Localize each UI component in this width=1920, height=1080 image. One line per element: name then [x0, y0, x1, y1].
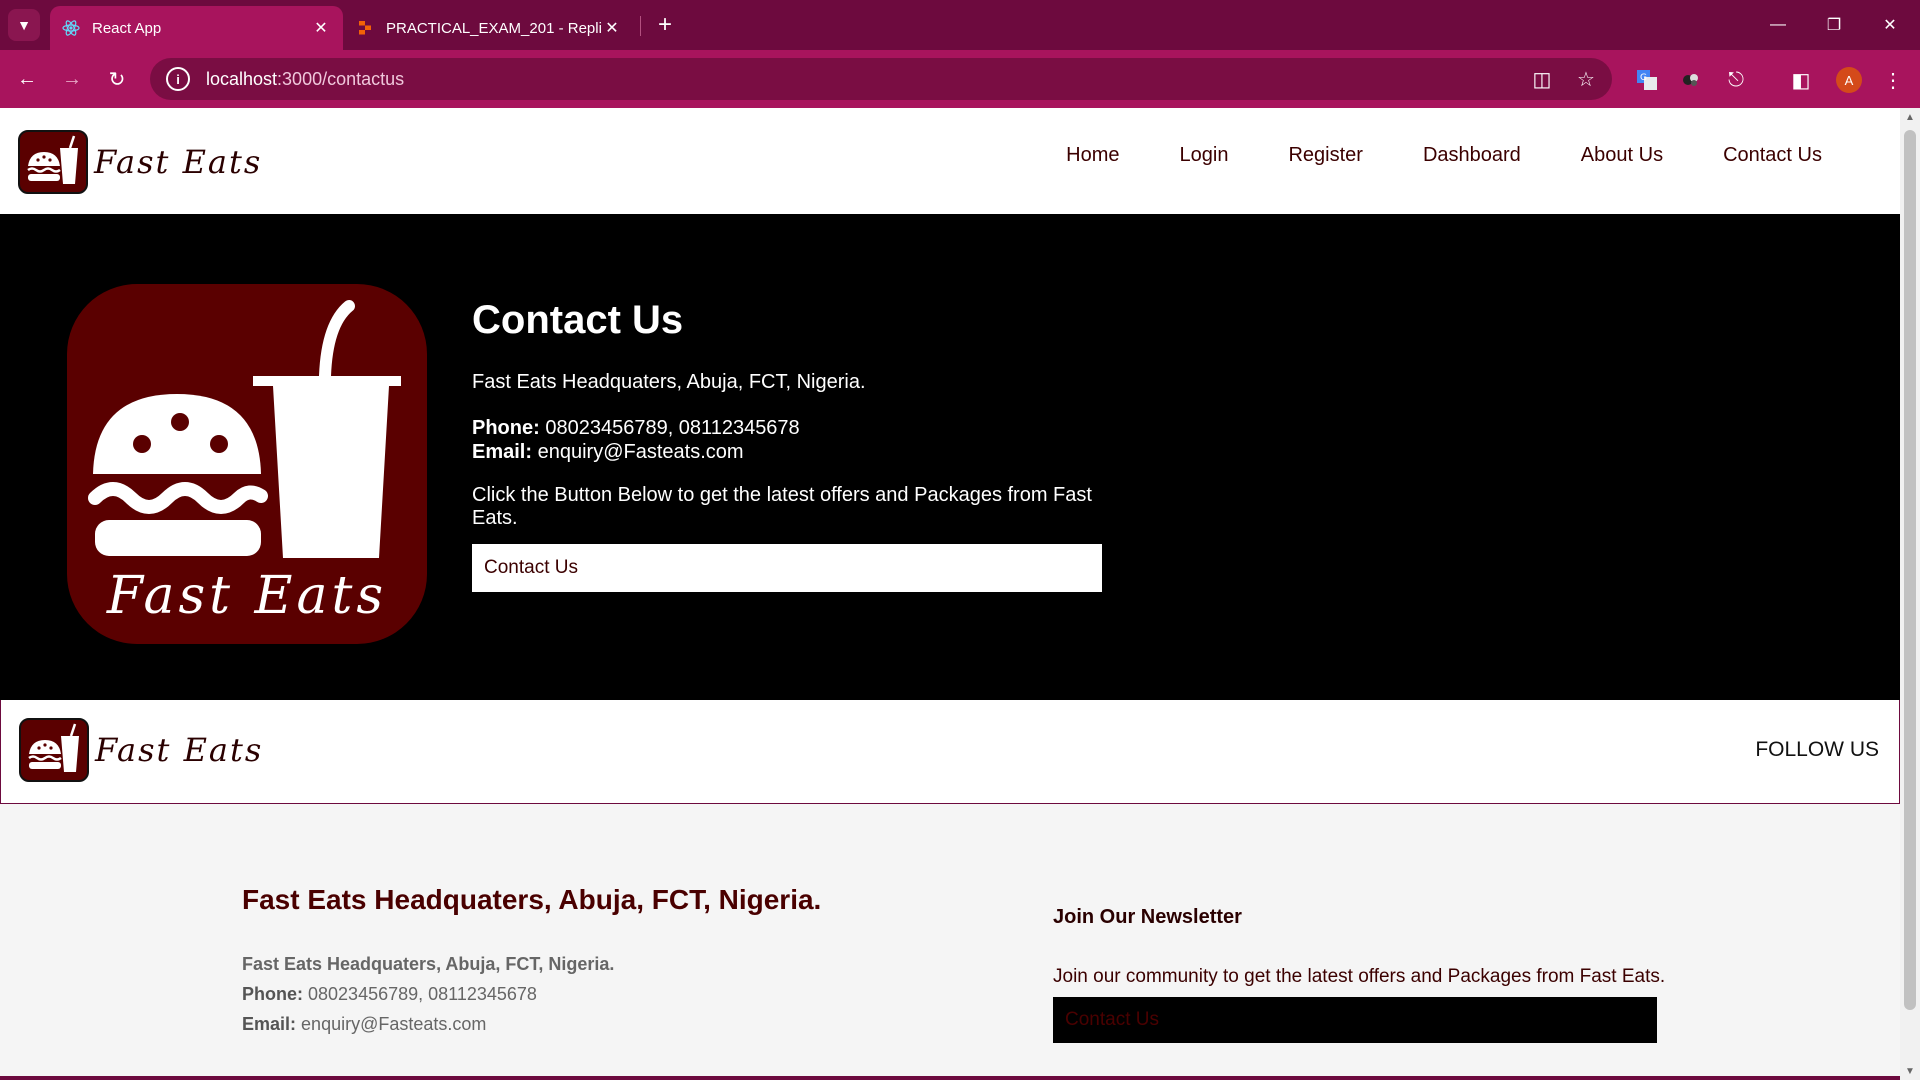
side-panel-icon[interactable]: ◧ [1788, 67, 1814, 93]
nav-about-us[interactable]: About Us [1581, 144, 1663, 167]
tab-replit[interactable]: PRACTICAL_EXAM_201 - Replit ✕ [344, 6, 634, 50]
extension-dots-icon[interactable] [1678, 67, 1704, 93]
close-icon[interactable]: ✕ [311, 18, 331, 38]
nav-dashboard[interactable]: Dashboard [1423, 144, 1521, 167]
email-value: enquiry@Fasteats.com [537, 441, 744, 463]
email-label: Email: [472, 441, 533, 463]
header-brand[interactable]: Fast Eats [18, 130, 262, 194]
footer-brand[interactable]: Fast Eats [19, 718, 263, 782]
new-tab-button[interactable]: + [650, 10, 680, 40]
forward-arrow-icon[interactable]: → [55, 62, 89, 96]
hero-email: Email: enquiry@Fasteats.com [472, 440, 1112, 464]
tab-divider [640, 16, 641, 36]
scroll-up-icon[interactable]: ▲ [1905, 112, 1915, 123]
logo-icon [19, 718, 89, 782]
profile-avatar[interactable]: A [1836, 67, 1862, 93]
page-scrollbar[interactable]: ▲ ▼ [1900, 108, 1920, 1080]
footer-phone: Phone: 08023456789, 08112345678 [242, 984, 537, 1005]
nav-home[interactable]: Home [1066, 144, 1119, 167]
restore-icon[interactable]: ❐ [1806, 0, 1862, 50]
hero-phone: Phone: 08023456789, 08112345678 [472, 416, 1112, 440]
browser-toolbar: ← → ↻ i localhost:3000/contactus ◫ ☆ G ⎋… [0, 50, 1920, 108]
hero-address: Fast Eats Headquaters, Abuja, FCT, Niger… [472, 371, 866, 393]
tab-title: React App [92, 19, 162, 37]
hero-cta-text: Click the Button Below to get the latest… [472, 484, 1092, 529]
email-label: Email: [242, 1014, 297, 1034]
back-arrow-icon[interactable]: ← [10, 62, 44, 96]
newsletter-contact-button[interactable]: Contact Us [1053, 997, 1657, 1043]
hero-logo: Fast Eats [67, 284, 427, 644]
reload-icon[interactable]: ↻ [100, 62, 134, 96]
replit-icon [356, 19, 374, 37]
page-title: Contact Us [472, 298, 684, 342]
nav-contact-us[interactable]: Contact Us [1723, 144, 1822, 167]
phone-label: Phone: [242, 984, 303, 1004]
close-window-icon[interactable]: ✕ [1862, 0, 1918, 50]
tab-title: PRACTICAL_EXAM_201 - Replit [386, 19, 602, 37]
footer-title: Fast Eats Headquaters, Abuja, FCT, Niger… [242, 884, 822, 915]
extensions-puzzle-icon[interactable]: ⎋ [1723, 67, 1749, 93]
site-info-icon[interactable]: i [166, 67, 190, 91]
address-bar[interactable]: i localhost:3000/contactus ◫ ☆ [150, 58, 1612, 100]
tab-search-button[interactable]: ▼ [8, 9, 40, 41]
newsletter-title: Join Our Newsletter [1053, 906, 1242, 928]
follow-us-label: FOLLOW US [1755, 738, 1879, 761]
footer-info: Fast Eats Headquaters, Abuja, FCT, Niger… [0, 804, 1900, 1080]
main-nav: Home Login Register Dashboard About Us C… [1006, 144, 1822, 167]
footer-address: Fast Eats Headquaters, Abuja, FCT, Niger… [242, 954, 615, 974]
menu-kebab-icon[interactable]: ⋮ [1880, 67, 1906, 93]
site-header: Fast Eats Home Login Register Dashboard … [0, 108, 1900, 214]
brand-name: Fast Eats [95, 731, 264, 769]
bottom-divider [0, 1076, 1900, 1080]
react-icon [62, 19, 80, 37]
newsletter-description: Join our community to get the latest off… [1053, 966, 1666, 987]
close-icon[interactable]: ✕ [602, 18, 622, 38]
footer-email: Email: enquiry@Fasteats.com [242, 1014, 486, 1035]
phone-value: 08023456789, 08112345678 [308, 984, 537, 1004]
phone-value: 08023456789, 08112345678 [545, 417, 800, 439]
translate-icon[interactable]: G [1634, 67, 1660, 93]
bookmark-star-icon[interactable]: ☆ [1574, 67, 1598, 91]
brand-name: Fast Eats [94, 143, 263, 181]
url-host: localhost [206, 68, 278, 89]
footer-brand-bar: Fast Eats FOLLOW US [0, 700, 1900, 804]
contact-hero: Fast Eats Contact Us Fast Eats Headquate… [0, 214, 1900, 700]
logo-icon [18, 130, 88, 194]
scrollbar-thumb[interactable] [1904, 130, 1916, 1010]
url-path: :3000/contactus [277, 68, 405, 89]
contact-us-button[interactable]: Contact Us [472, 544, 1102, 592]
svg-text:G: G [1640, 73, 1647, 83]
email-value: enquiry@Fasteats.com [301, 1014, 487, 1034]
hero-logo-text: Fast Eats [106, 566, 388, 626]
scroll-down-icon[interactable]: ▼ [1905, 1066, 1915, 1077]
minimize-icon[interactable]: — [1750, 0, 1806, 50]
phone-label: Phone: [472, 417, 540, 439]
page-viewport: Fast Eats Home Login Register Dashboard … [0, 108, 1900, 1080]
browser-tab-bar: ▼ React App ✕ PRACTICAL_EXAM_201 - Repli… [0, 0, 1920, 50]
nav-register[interactable]: Register [1288, 144, 1362, 167]
install-app-icon[interactable]: ◫ [1530, 67, 1554, 91]
tab-react-app[interactable]: React App ✕ [50, 6, 343, 50]
hero-content: Contact Us Fast Eats Headquaters, Abuja,… [472, 298, 1112, 592]
nav-login[interactable]: Login [1180, 144, 1229, 167]
